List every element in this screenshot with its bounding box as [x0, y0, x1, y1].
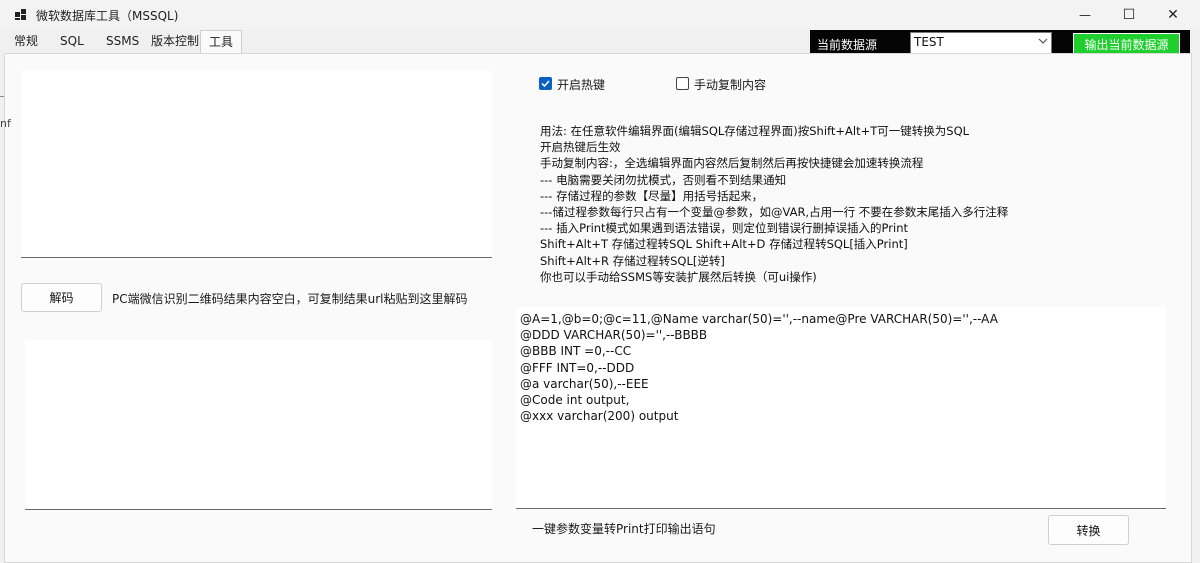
- instruction-line: 手动复制内容:，全选编辑界面内容然后复制然后再按快捷键会加速转换流程: [540, 156, 924, 171]
- usage-instructions: 用法: 在任意软件编辑界面(编辑SQL存储过程界面)按Shift+Alt+T可一…: [540, 123, 1180, 285]
- edge-text: nf: [0, 117, 11, 130]
- manual-copy-checkbox[interactable]: [676, 77, 689, 90]
- minimize-icon: —: [1079, 8, 1091, 22]
- tab-general[interactable]: 常规: [6, 31, 46, 52]
- close-button[interactable]: ✕: [1150, 0, 1196, 30]
- datasource-label: 当前数据源: [817, 38, 878, 52]
- decode-hint: PC端微信识别二维码结果内容空白，可复制结果url粘贴到这里解码: [112, 292, 468, 306]
- manual-copy-label[interactable]: 手动复制内容: [694, 76, 766, 93]
- instruction-line: Shift+Alt+R 存储过程转SQL[逆转]: [540, 253, 725, 268]
- maximize-button[interactable]: ☐: [1106, 0, 1152, 30]
- convert-button[interactable]: 转换: [1048, 515, 1129, 545]
- sql-params-textarea[interactable]: @A=1,@b=0;@c=11,@Name varchar(50)='',--n…: [516, 307, 1166, 509]
- code-line: @a varchar(50),--EEE: [520, 376, 649, 391]
- check-icon: [541, 80, 550, 88]
- instruction-line: ---储过程参数每行只占有一个变量@参数，如@VAR,占用一行 不要在参数末尾插…: [540, 205, 1009, 220]
- code-line: @xxx varchar(200) output: [520, 409, 679, 424]
- instruction-line: 开启热键后生效: [540, 140, 621, 155]
- code-line: @FFF INT=0,--DDD: [520, 360, 635, 375]
- instruction-line: 用法: 在任意软件编辑界面(编辑SQL存储过程界面)按Shift+Alt+T可一…: [540, 124, 970, 138]
- decode-output-textarea[interactable]: [25, 340, 492, 510]
- edge-divider: [0, 96, 4, 97]
- instruction-line: --- 电脑需要关闭勿扰模式，否则看不到结果通知: [540, 172, 787, 187]
- decode-button[interactable]: 解码: [21, 283, 102, 312]
- datasource-selected-value: TEST: [914, 35, 944, 49]
- instruction-line: 你也可以手动给SSMS等安装扩展然后转换（可ui操作): [540, 269, 817, 284]
- window-title: 微软数据库工具（MSSQL): [36, 9, 179, 23]
- instruction-line: --- 插入Print模式如果遇到语法错误，则定位到错误行删掉误插入的Print: [540, 221, 909, 236]
- tab-version-control[interactable]: 版本控制: [143, 31, 207, 52]
- tab-tools[interactable]: 工具: [200, 30, 243, 53]
- code-line: @Code int output,: [520, 393, 630, 408]
- instruction-line: Shift+Alt+T 存储过程转SQL Shift+Alt+D 存储过程转SQ…: [540, 237, 908, 252]
- maximize-icon: ☐: [1122, 7, 1136, 23]
- minimize-button[interactable]: —: [1062, 0, 1108, 30]
- hotkey-label[interactable]: 开启热键: [557, 76, 605, 93]
- tab-ssms[interactable]: SSMS: [98, 31, 147, 52]
- chevron-down-icon[interactable]: [1036, 34, 1050, 50]
- code-line: @A=1,@b=0;@c=11,@Name varchar(50)='',--n…: [520, 312, 998, 326]
- qr-input-textarea[interactable]: [21, 71, 492, 258]
- close-icon: ✕: [1167, 7, 1179, 23]
- code-line: @DDD VARCHAR(50)='',--BBBB: [520, 328, 708, 343]
- app-icon: [15, 9, 27, 20]
- instruction-line: --- 存储过程的参数【尽量】用括号括起来，: [540, 188, 764, 203]
- tab-sql[interactable]: SQL: [52, 31, 92, 52]
- code-line: @BBB INT =0,--CC: [520, 344, 632, 359]
- title-bar: [0, 0, 1200, 30]
- convert-hint: 一键参数变量转Print打印输出语句: [532, 522, 716, 536]
- hotkey-checkbox[interactable]: [539, 77, 552, 90]
